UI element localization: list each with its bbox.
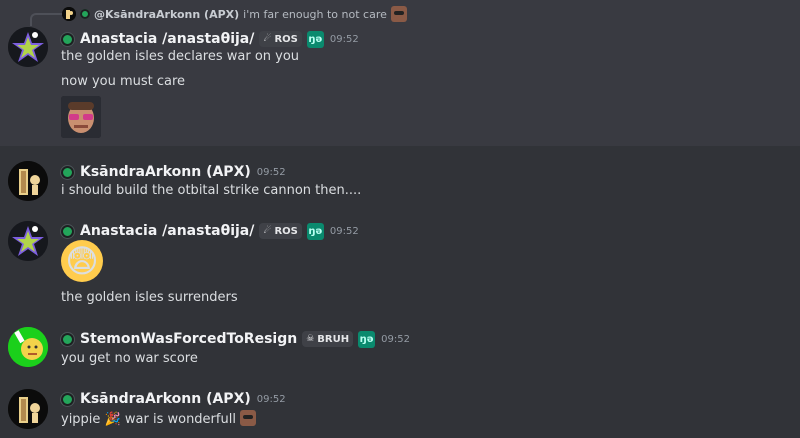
reply-text[interactable]: i'm far enough to not care — [243, 8, 387, 21]
message-header: StemonWasForcedToResign ☠ BRUH ŋə 09:52 — [61, 330, 410, 348]
message-text: the golden isles declares war on you — [61, 49, 300, 64]
avatar[interactable] — [8, 27, 48, 67]
status-online-icon — [61, 224, 74, 238]
reply-avatar[interactable] — [62, 7, 76, 21]
skull-icon: ☠ — [306, 334, 315, 344]
role-tag[interactable]: ☄ ROS — [259, 31, 302, 47]
fearful-face-emoji[interactable]: 😨 — [61, 240, 103, 282]
timestamp[interactable]: 09:52 — [330, 226, 359, 237]
avatar[interactable] — [8, 389, 48, 429]
timestamp[interactable]: 09:52 — [257, 394, 286, 405]
message-text: yippie 🎉 war is wonderfull — [61, 410, 257, 427]
message-text: you get no war score — [61, 351, 198, 366]
reply-author[interactable]: @KsāndraArkonn (APX) — [94, 8, 239, 21]
flame-icon: ☄ — [263, 34, 272, 44]
message-group: Anastacia /anastaθija/ ☄ ROS ŋə 09:52 the… — [0, 214, 800, 314]
flame-icon: ☄ — [263, 226, 272, 236]
message-group: StemonWasForcedToResign ☠ BRUH ŋə 09:52 y… — [0, 322, 800, 372]
status-online-icon — [80, 9, 90, 19]
reply-connector — [30, 13, 62, 26]
role-tag-label: ROS — [274, 225, 298, 237]
message-text: i should build the otbital strike cannon… — [61, 183, 362, 198]
message-header: KsāndraArkonn (APX) 09:52 — [61, 390, 286, 408]
sunglasses-face-emoji — [390, 6, 407, 22]
username[interactable]: KsāndraArkonn (APX) — [80, 164, 251, 180]
chat-message-list: @KsāndraArkonn (APX) i'm far enough to n… — [0, 0, 800, 438]
timestamp[interactable]: 09:52 — [330, 34, 359, 45]
avatar[interactable] — [8, 161, 48, 201]
status-online-icon — [61, 32, 74, 46]
message-text: now you must care — [61, 74, 186, 89]
message-text-part: yippie — [61, 412, 101, 427]
timestamp[interactable]: 09:52 — [257, 167, 286, 178]
avatar[interactable] — [8, 221, 48, 261]
clan-badge-icon[interactable]: ŋə — [358, 330, 376, 348]
timestamp[interactable]: 09:52 — [381, 334, 410, 345]
message-text: the golden isles surrenders — [61, 290, 238, 305]
message-text-part: war is wonderfull — [124, 412, 236, 427]
role-tag[interactable]: ☄ ROS — [259, 223, 302, 239]
avatar[interactable] — [8, 327, 48, 367]
clan-badge-icon[interactable]: ŋə — [306, 222, 324, 240]
username[interactable]: KsāndraArkonn (APX) — [80, 391, 251, 407]
role-tag-label: ROS — [274, 33, 298, 45]
message-group: KsāndraArkonn (APX) 09:52 yippie 🎉 war i… — [0, 382, 800, 438]
status-online-icon — [61, 332, 74, 346]
status-online-icon — [61, 392, 74, 406]
status-online-icon — [61, 165, 74, 179]
username[interactable]: Anastacia /anastaθija/ — [80, 223, 254, 239]
message-header: KsāndraArkonn (APX) 09:52 — [61, 163, 286, 181]
username[interactable]: StemonWasForcedToResign — [80, 331, 297, 347]
message-header: Anastacia /anastaθija/ ☄ ROS ŋə 09:52 — [61, 30, 359, 48]
meme-image[interactable] — [61, 96, 101, 138]
role-tag-label: BRUH — [317, 333, 350, 345]
username[interactable]: Anastacia /anastaθija/ — [80, 31, 254, 47]
clan-badge-icon[interactable]: ŋə — [306, 30, 324, 48]
message-header: Anastacia /anastaθija/ ☄ ROS ŋə 09:52 — [61, 222, 359, 240]
sunglasses-face-emoji[interactable] — [240, 410, 257, 426]
party-popper-emoji[interactable]: 🎉 — [105, 412, 121, 427]
reply-preview[interactable]: @KsāndraArkonn (APX) i'm far enough to n… — [62, 5, 407, 23]
message-group: KsāndraArkonn (APX) 09:52 i should build… — [0, 155, 800, 205]
message-group: @KsāndraArkonn (APX) i'm far enough to n… — [0, 0, 800, 146]
role-tag[interactable]: ☠ BRUH — [302, 331, 354, 347]
